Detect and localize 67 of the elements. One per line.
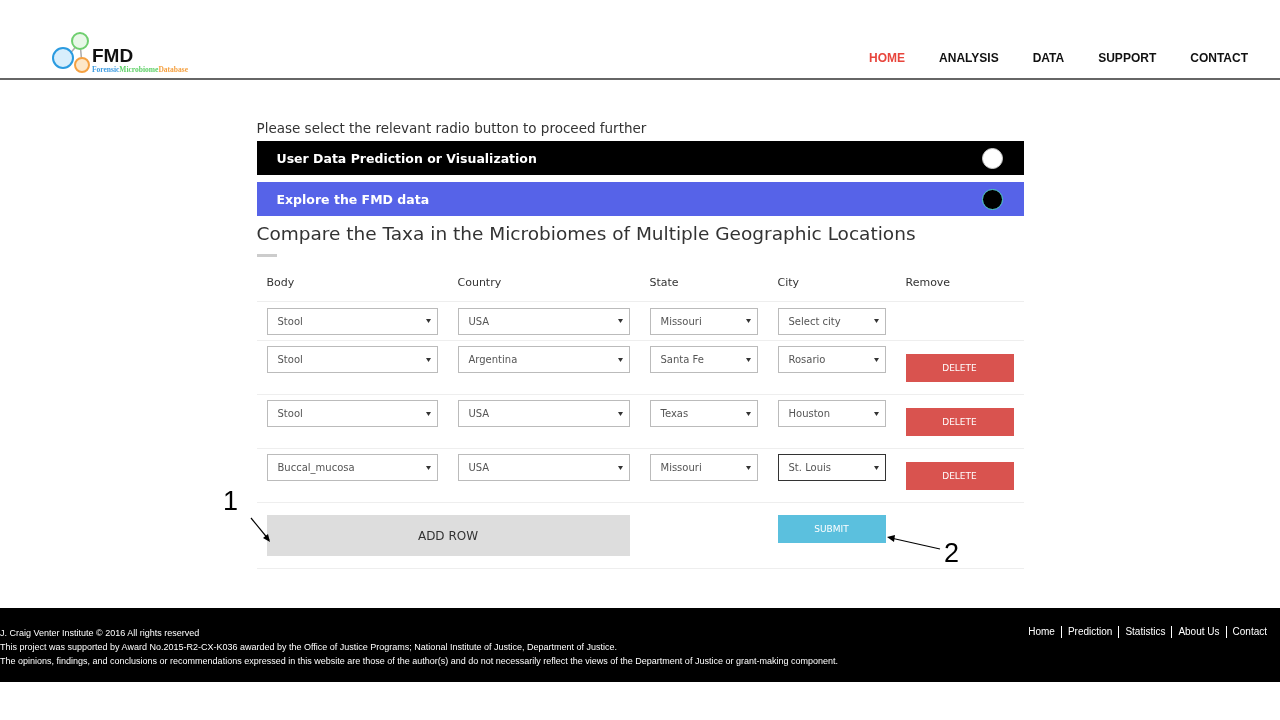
column-header: Country	[457, 276, 503, 289]
footer-link[interactable]: Contact	[1225, 626, 1273, 638]
nav-link[interactable]: CONTACT	[1190, 51, 1248, 65]
footer-link[interactable]: Statistics	[1118, 626, 1172, 638]
radio-option[interactable]: User Data Prediction or Visualization	[256, 141, 1024, 175]
add-row-button[interactable]: ADD ROW	[266, 515, 630, 556]
country-select[interactable]: USA	[457, 454, 630, 481]
caret-icon	[617, 411, 623, 416]
caret-icon	[745, 319, 751, 323]
caret-icon	[617, 319, 623, 323]
caret-icon	[617, 465, 623, 470]
city-select[interactable]: Select city	[777, 307, 886, 335]
delete-button[interactable]: DELETE	[905, 461, 1014, 490]
caret-icon	[873, 319, 879, 323]
body-select[interactable]: Stool	[266, 400, 438, 427]
caret-icon	[425, 319, 431, 323]
nav-link[interactable]: DATA	[1032, 51, 1065, 65]
caret-icon	[873, 411, 879, 416]
country-select[interactable]: Argentina	[457, 346, 630, 373]
option-label: Explore the FMD data	[276, 191, 430, 207]
country-select[interactable]: USA	[457, 307, 630, 335]
country-select[interactable]: USA	[457, 400, 630, 427]
radio-button[interactable]	[981, 188, 1003, 210]
caret-icon	[873, 465, 879, 470]
body-select[interactable]: Buccal_mucosa	[266, 454, 438, 481]
city-select[interactable]: St. Louis	[777, 454, 886, 481]
annotation-arrow	[249, 516, 273, 544]
body-select[interactable]: Stool	[266, 307, 438, 335]
state-select[interactable]: Missouri	[649, 454, 758, 481]
caret-icon	[873, 357, 879, 362]
column-header: Body	[266, 276, 296, 289]
section-heading: Compare the Taxa in the Microbiomes of Multiple Geographic Locations	[256, 223, 917, 244]
caret-icon	[617, 357, 623, 362]
state-select[interactable]: Texas	[649, 400, 758, 427]
caret-icon	[425, 357, 431, 362]
column-header: Remove	[905, 276, 952, 289]
city-select[interactable]: Rosario	[777, 346, 886, 373]
city-select[interactable]: Houston	[777, 400, 886, 427]
state-select[interactable]: Missouri	[649, 307, 758, 335]
column-header: City	[777, 276, 801, 289]
nav-link[interactable]: ANALYSIS	[939, 51, 999, 65]
footer-text: This project was supported by Award No.2015-R2-CX-K036 awarded by the Office of Justice Programs; National Institute of Justice, Department of Justice.	[0, 641, 618, 654]
caret-icon	[425, 465, 431, 470]
nav-link[interactable]: HOME	[869, 51, 906, 65]
annotation-arrow	[886, 535, 942, 551]
footer-link[interactable]: Prediction	[1060, 626, 1119, 638]
footer-link[interactable]: Home	[1022, 626, 1061, 638]
option-label: User Data Prediction or Visualization	[276, 150, 537, 166]
footer-text: J. Craig Venter Institute © 2016 All rights reserved	[0, 627, 201, 640]
delete-button[interactable]: DELETE	[905, 353, 1014, 382]
caret-icon	[745, 411, 751, 416]
annotation-number: 1	[223, 488, 239, 515]
radio-option[interactable]: Explore the FMD data	[256, 182, 1024, 216]
radio-button[interactable]	[981, 147, 1003, 169]
caret-icon	[745, 465, 751, 470]
annotation-number: 2	[944, 540, 960, 567]
footer-link[interactable]: About Us	[1171, 626, 1226, 638]
caret-icon	[745, 357, 751, 362]
body-select[interactable]: Stool	[266, 346, 438, 373]
delete-button[interactable]: DELETE	[905, 407, 1014, 436]
footer-text: The opinions, findings, and conclusions or recommendations expressed in this website are those of the author(s) and do not necessarily reflect the views of the Department of Justice or grant-making component.	[0, 655, 838, 668]
logo-title: FMD	[92, 47, 135, 65]
caret-icon	[425, 411, 431, 416]
nav-link[interactable]: SUPPORT	[1098, 51, 1157, 65]
intro-text: Please select the relevant radio button to proceed further	[256, 120, 648, 136]
column-header: State	[649, 276, 680, 289]
state-select[interactable]: Santa Fe	[649, 346, 758, 373]
